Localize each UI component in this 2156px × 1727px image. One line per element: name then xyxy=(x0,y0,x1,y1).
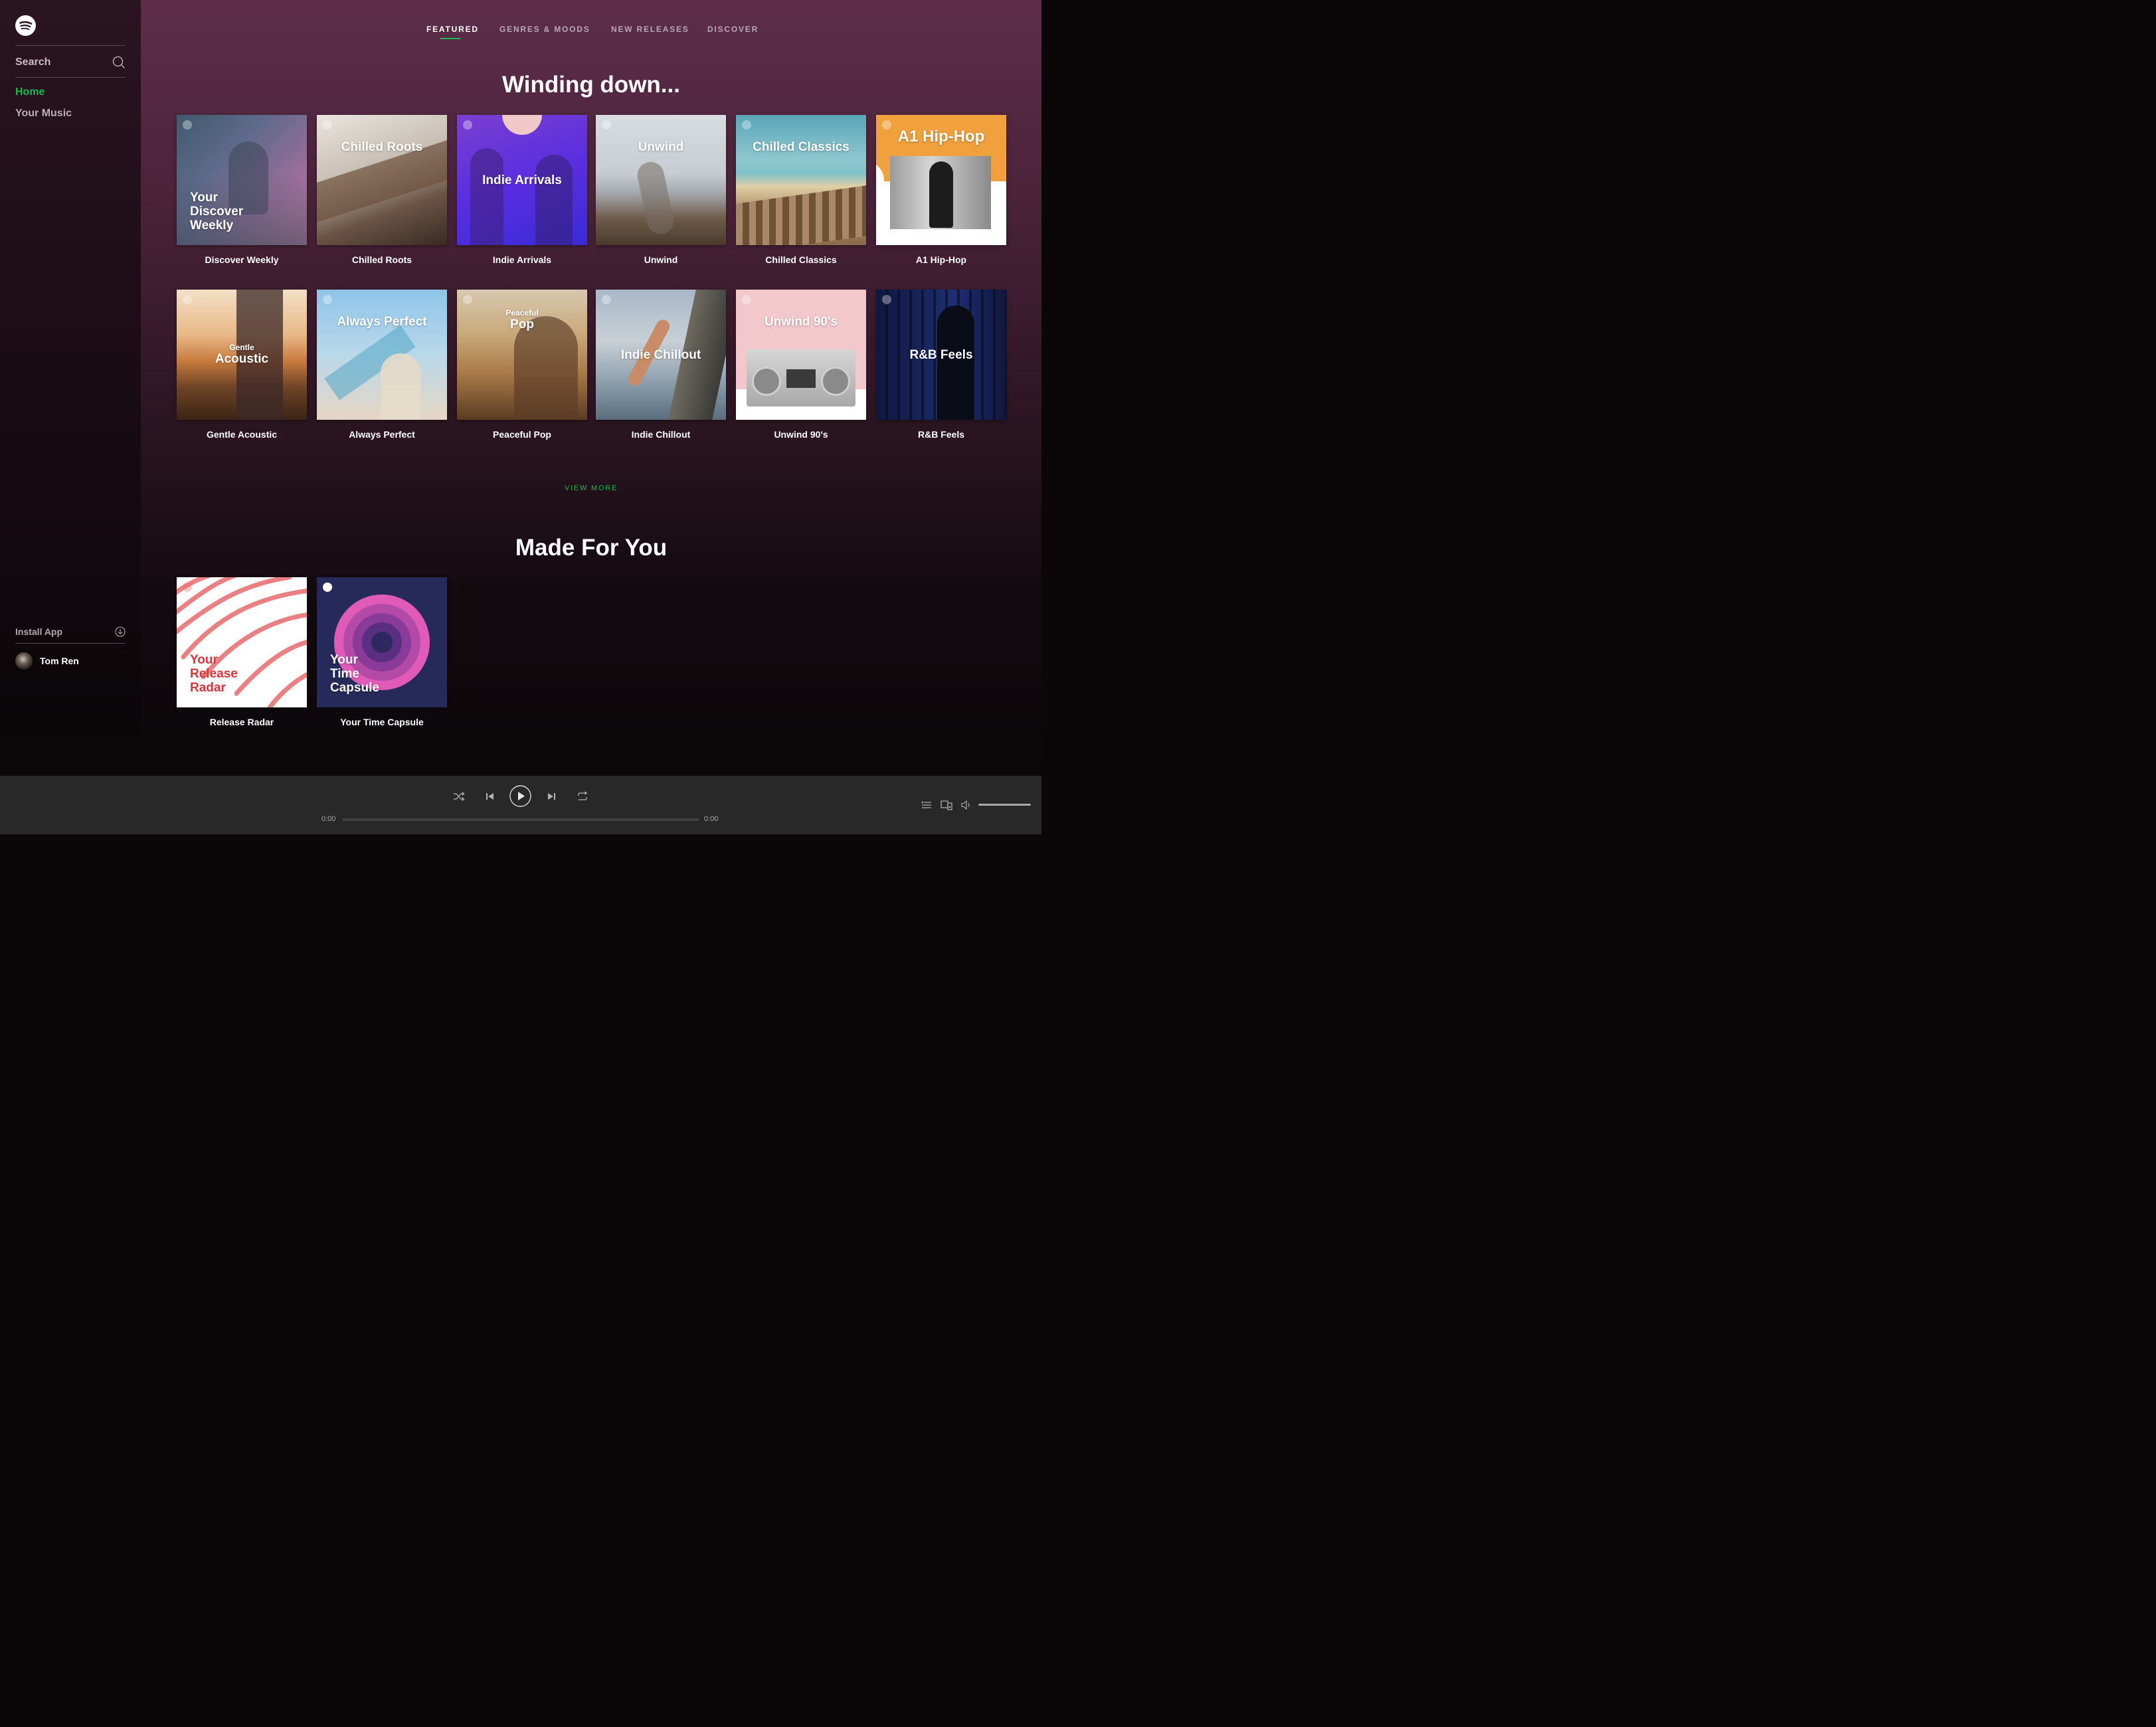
playlist-cover[interactable]: Indie Chillout xyxy=(596,290,726,420)
sidebar: Search Home Your Music Install App Tom R… xyxy=(0,0,141,736)
playlist-cover[interactable]: A1 Hip-Hop xyxy=(876,115,1006,245)
playlist-cover[interactable]: Your Release Radar xyxy=(177,577,307,707)
playlist-cover[interactable]: Gentle Acoustic xyxy=(177,290,307,420)
spotify-badge-icon xyxy=(183,120,192,130)
browse-tabs: FEATURED GENRES & MOODS NEW RELEASES DIS… xyxy=(0,25,1041,41)
playlist-cover[interactable]: Chilled Roots xyxy=(317,115,447,245)
play-icon xyxy=(518,792,525,800)
spotify-badge-icon xyxy=(323,120,332,130)
view-more-link[interactable]: VIEW MORE xyxy=(141,484,1041,492)
player-bar: 0:00 0:00 xyxy=(0,776,1041,834)
playlist-card-peaceful-pop[interactable]: Peaceful Pop Peaceful Pop xyxy=(457,290,587,440)
search-icon[interactable] xyxy=(112,56,126,69)
playlist-title[interactable]: Unwind 90's xyxy=(736,429,866,440)
playlist-card-indie-arrivals[interactable]: Indie Arrivals Indie Arrivals xyxy=(457,115,587,265)
volume-icon[interactable] xyxy=(961,800,973,810)
elapsed-time: 0:00 xyxy=(321,815,336,823)
progress-bar[interactable] xyxy=(342,818,699,821)
sidebar-search[interactable]: Search xyxy=(15,53,126,72)
playlist-cover[interactable]: Unwind xyxy=(596,115,726,245)
avatar xyxy=(15,652,33,670)
previous-track-icon[interactable] xyxy=(486,792,495,800)
spotify-badge-icon xyxy=(602,120,611,130)
user-name: Tom Ren xyxy=(40,656,79,666)
spotify-badge-icon xyxy=(742,120,751,130)
volume-slider[interactable] xyxy=(978,804,1031,806)
tab-featured[interactable]: FEATURED xyxy=(426,25,479,34)
spotify-badge-icon xyxy=(463,120,472,130)
spotify-badge-icon xyxy=(323,295,332,304)
playlist-card-chilled-roots[interactable]: Chilled Roots Chilled Roots xyxy=(317,115,447,265)
playlist-cover[interactable]: Unwind 90's xyxy=(736,290,866,420)
playlist-card-chilled-classics[interactable]: Chilled Classics Chilled Classics xyxy=(736,115,866,265)
playlist-card-gentle-acoustic[interactable]: Gentle Acoustic Gentle Acoustic xyxy=(177,290,307,440)
playlist-title[interactable]: Gentle Acoustic xyxy=(177,429,307,440)
repeat-icon[interactable] xyxy=(577,791,588,802)
playlist-title[interactable]: R&B Feels xyxy=(876,429,1006,440)
playlist-cover[interactable]: Chilled Classics xyxy=(736,115,866,245)
playlist-title[interactable]: Peaceful Pop xyxy=(457,429,587,440)
sidebar-divider xyxy=(15,77,126,78)
playlist-card-your-time-capsule[interactable]: Your Time Capsule Your Time Capsule xyxy=(317,577,447,727)
playlist-card-discover-weekly[interactable]: Your Discover Weekly Discover Weekly xyxy=(177,115,307,265)
tab-new-releases[interactable]: NEW RELEASES xyxy=(611,25,689,34)
playlist-title[interactable]: Indie Arrivals xyxy=(457,254,587,265)
playlist-title[interactable]: Your Time Capsule xyxy=(317,717,447,727)
playlist-card-release-radar[interactable]: Your Release Radar Release Radar xyxy=(177,577,307,727)
playlist-card-a1-hip-hop[interactable]: A1 Hip-Hop A1 Hip-Hop xyxy=(876,115,1006,265)
track-duration: 0:00 xyxy=(704,815,719,823)
play-button[interactable] xyxy=(509,785,531,807)
devices-icon[interactable] xyxy=(941,800,952,810)
playlist-card-always-perfect[interactable]: Always Perfect Always Perfect xyxy=(317,290,447,440)
tab-genres-moods[interactable]: GENRES & MOODS xyxy=(499,25,590,34)
playlist-title[interactable]: Unwind xyxy=(596,254,726,265)
install-app-label: Install App xyxy=(15,626,63,637)
playlist-title[interactable]: Release Radar xyxy=(177,717,307,727)
search-label: Search xyxy=(15,56,51,68)
playlist-card-rb-feels[interactable]: R&B Feels R&B Feels xyxy=(876,290,1006,440)
playlist-title[interactable]: Discover Weekly xyxy=(177,254,307,265)
sidebar-divider xyxy=(15,643,126,644)
playlist-title[interactable]: Indie Chillout xyxy=(596,429,726,440)
playlist-title[interactable]: A1 Hip-Hop xyxy=(876,254,1006,265)
spotify-badge-icon xyxy=(183,295,192,304)
playlist-card-unwind-90s[interactable]: Unwind 90's Unwind 90's xyxy=(736,290,866,440)
playlist-card-indie-chillout[interactable]: Indie Chillout Indie Chillout xyxy=(596,290,726,440)
section-title-winding-down: Winding down... xyxy=(502,72,680,98)
shuffle-icon[interactable] xyxy=(453,791,465,802)
active-tab-indicator xyxy=(440,38,460,39)
spotify-badge-icon xyxy=(463,295,472,304)
spotify-badge-icon xyxy=(183,583,192,592)
install-app-button[interactable]: Install App xyxy=(15,625,126,638)
download-icon xyxy=(115,626,126,637)
section-title-made-for-you: Made For You xyxy=(515,535,668,561)
playlist-cover[interactable]: Your Time Capsule xyxy=(317,577,447,707)
spotify-badge-icon xyxy=(323,583,332,592)
playlist-title[interactable]: Chilled Roots xyxy=(317,254,447,265)
sidebar-item-home[interactable]: Home xyxy=(15,86,45,98)
playlist-cover[interactable]: Your Discover Weekly xyxy=(177,115,307,245)
playlist-cover[interactable]: Indie Arrivals xyxy=(457,115,587,245)
tab-discover[interactable]: DISCOVER xyxy=(707,25,759,34)
sidebar-item-your-music[interactable]: Your Music xyxy=(15,108,72,120)
playlist-card-unwind[interactable]: Unwind Unwind xyxy=(596,115,726,265)
playlist-title[interactable]: Always Perfect xyxy=(317,429,447,440)
spotify-badge-icon xyxy=(882,295,891,304)
spotify-badge-icon xyxy=(742,295,751,304)
queue-icon[interactable] xyxy=(921,800,932,810)
spotify-badge-icon xyxy=(602,295,611,304)
user-profile[interactable]: Tom Ren xyxy=(15,652,79,670)
sidebar-divider xyxy=(15,45,126,46)
playlist-cover[interactable]: Always Perfect xyxy=(317,290,447,420)
next-track-icon[interactable] xyxy=(547,792,556,800)
playlist-cover[interactable]: Peaceful Pop xyxy=(457,290,587,420)
playlist-title[interactable]: Chilled Classics xyxy=(736,254,866,265)
playlist-cover[interactable]: R&B Feels xyxy=(876,290,1006,420)
